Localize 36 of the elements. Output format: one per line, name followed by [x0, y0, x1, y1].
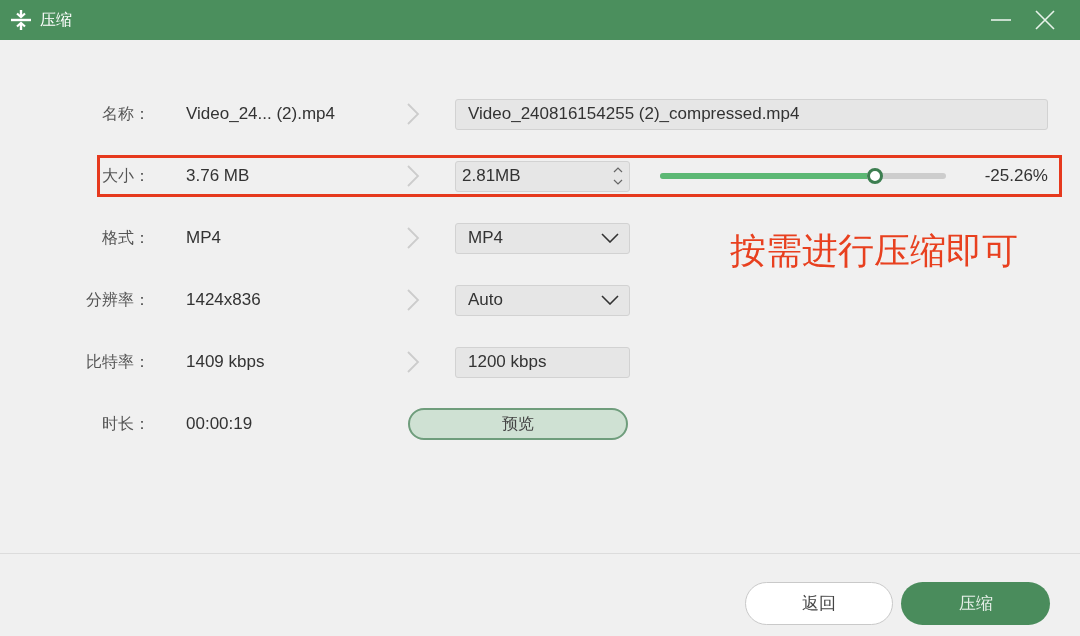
chevron-right-icon [406, 102, 420, 126]
dropdown[interactable]: MP4 [455, 222, 630, 254]
size-spinner-field[interactable]: 2.81MB [455, 160, 630, 192]
reduction-percent: -25.26% [983, 165, 1048, 188]
compress-icon [10, 9, 32, 31]
preview-button[interactable]: 预览 [408, 408, 628, 440]
source-value: 00:00:19 [186, 413, 254, 436]
source-value: 1424x836 [186, 289, 262, 312]
field-label: 格式： [101, 228, 150, 248]
slider-thumb[interactable] [866, 168, 883, 184]
filename-field[interactable]: Video_240816154255 (2)_compressed.mp4 [455, 98, 1048, 130]
caret-icon [601, 295, 619, 305]
field-label: 时长： [101, 414, 150, 434]
chevron-right-icon [406, 164, 420, 188]
source-value: Video_24... (2).mp4 [186, 103, 336, 126]
chevron-right-icon [406, 226, 420, 250]
source-value: 1409 kbps [186, 351, 266, 374]
compress-button[interactable]: 压缩 [901, 582, 1050, 625]
caret-icon [601, 233, 619, 243]
source-value: MP4 [186, 227, 222, 250]
close-icon [1035, 10, 1055, 30]
window-title: 压缩 [40, 10, 72, 30]
chevron-right-icon [406, 350, 420, 374]
field-label: 名称： [101, 104, 150, 124]
bitrate-field[interactable]: 1200 kbps [455, 346, 630, 378]
field-label: 大小： [101, 166, 150, 186]
back-button[interactable]: 返回 [745, 582, 893, 625]
dropdown[interactable]: Auto [455, 284, 630, 316]
source-value: 3.76 MB [186, 165, 251, 188]
minimize-icon [991, 19, 1011, 21]
chevron-down-icon[interactable] [613, 179, 623, 185]
annotation-text: 按需进行压缩即可 [730, 229, 1018, 273]
field-label: 比特率： [85, 352, 150, 372]
chevron-right-icon [406, 288, 420, 312]
field-label: 分辨率： [85, 290, 150, 310]
chevron-up-icon[interactable] [613, 167, 623, 173]
